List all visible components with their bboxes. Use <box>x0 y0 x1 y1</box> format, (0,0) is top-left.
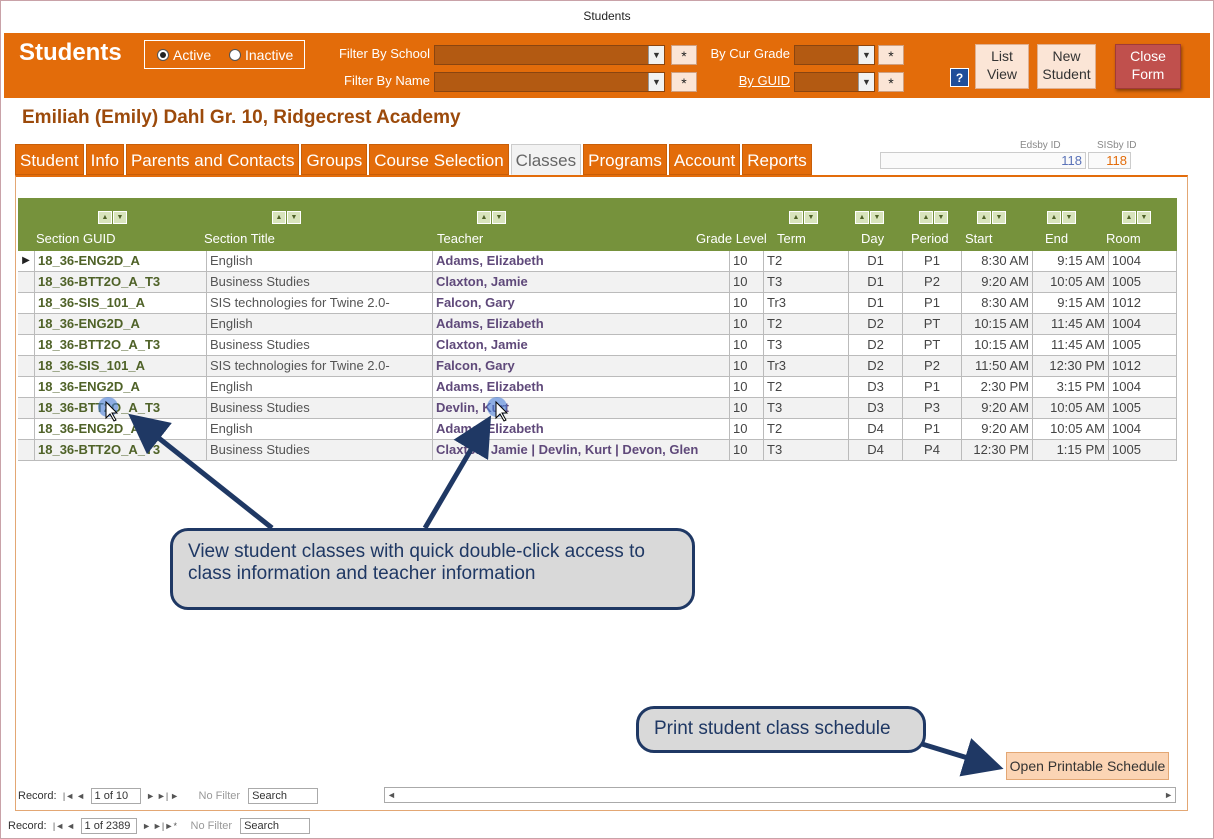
record-number-input[interactable]: 1 of 2389 <box>80 817 137 834</box>
last-record-icon[interactable]: ►| <box>153 821 165 831</box>
scroll-right-icon[interactable]: ► <box>1164 788 1173 802</box>
record-label: Record: <box>18 789 57 802</box>
search-box[interactable]: Search <box>240 817 311 834</box>
arrow-to-teacher <box>422 415 492 530</box>
mouse-cursor-icon <box>98 397 119 422</box>
prev-record-icon[interactable]: ◄ <box>65 821 77 831</box>
next-record-icon[interactable]: ► <box>141 821 153 831</box>
subform-record-navigator: Record: |◄ ◄ 1 of 10 ► ►| ► No Filter Se… <box>18 786 319 805</box>
arrow-to-guid <box>128 413 274 530</box>
horizontal-scrollbar[interactable]: ◄ ► <box>384 787 1176 803</box>
new-record-icon[interactable]: ►* <box>165 821 177 831</box>
record-number-input[interactable]: 1 of 10 <box>90 787 141 804</box>
first-record-icon[interactable]: |◄ <box>53 821 65 831</box>
prev-record-icon[interactable]: ◄ <box>75 791 87 801</box>
last-record-icon[interactable]: ►| <box>157 791 169 801</box>
print-callout: Print student class schedule <box>636 706 926 753</box>
first-record-icon[interactable]: |◄ <box>63 791 75 801</box>
form-record-navigator: Record: |◄ ◄ 1 of 2389 ► ►| ►* No Filter… <box>8 816 311 835</box>
mouse-cursor-icon <box>487 397 509 422</box>
next-record-icon[interactable]: ► <box>145 791 157 801</box>
open-printable-schedule-button[interactable]: Open Printable Schedule <box>1006 752 1169 780</box>
classes-callout: View student classes with quick double-c… <box>170 528 695 610</box>
search-box[interactable]: Search <box>248 787 319 804</box>
no-filter-indicator[interactable]: No Filter <box>191 820 233 832</box>
callout-arrows <box>98 397 1004 777</box>
new-record-icon[interactable]: ► <box>169 791 181 801</box>
arrow-to-print <box>921 738 1004 777</box>
no-filter-indicator[interactable]: No Filter <box>199 790 241 802</box>
scroll-left-icon[interactable]: ◄ <box>387 788 396 802</box>
record-label: Record: <box>8 819 47 832</box>
